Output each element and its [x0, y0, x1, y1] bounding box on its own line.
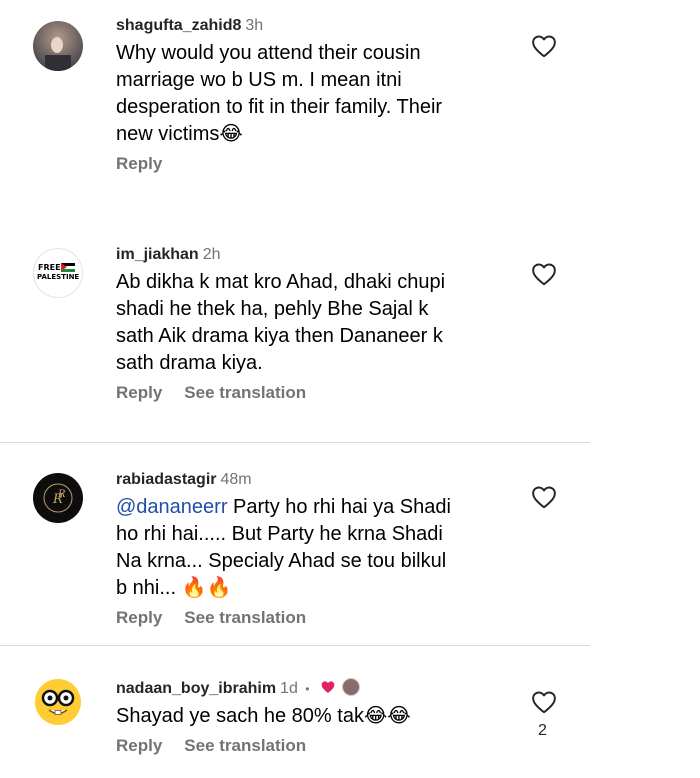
like-count: 2	[538, 722, 547, 739]
comment-text: Shayad ye sach he 80% tak😂😂	[116, 703, 516, 730]
like-heart-icon[interactable]	[531, 485, 557, 509]
username[interactable]: rabiadastagir	[116, 471, 216, 488]
comment-text: @dananeerr Party ho rhi hai ya Shadi ho …	[116, 494, 516, 602]
nerd-face-emoji-icon	[35, 679, 81, 725]
creator-avatar	[342, 678, 361, 696]
comment-text: Why would you attend their cousin marria…	[116, 40, 516, 148]
see-translation-button[interactable]: See translation	[184, 736, 306, 755]
comment-line: b nhi... 🔥🔥	[116, 577, 232, 599]
avatar[interactable]: FREE PALESTINE	[33, 248, 83, 298]
avatar[interactable]	[33, 677, 83, 727]
see-translation-button[interactable]: See translation	[184, 608, 306, 627]
timestamp: 3h	[245, 17, 264, 34]
reply-button[interactable]: Reply	[116, 383, 162, 402]
avatar-palestine-label: PALESTINE	[37, 273, 80, 281]
comment-line: sath drama kiya.	[116, 352, 263, 374]
like-heart-icon[interactable]	[531, 262, 557, 286]
username[interactable]: shagufta_zahid8	[116, 17, 241, 34]
divider	[0, 645, 590, 646]
comment-line: Ab dikha k mat kro Ahad, dhaki chupi	[116, 271, 446, 293]
comment-line: desperation to fit in their family. Thei…	[116, 96, 443, 118]
divider	[0, 442, 590, 443]
comment-line: Na krna... Specialy Ahad se tou bilkul	[116, 550, 447, 572]
comment-line: sath Aik drama kiya then Dananeer k	[116, 325, 443, 347]
reply-button[interactable]: Reply	[116, 154, 162, 173]
comment-line: shadi he thek ha, pehly Bhe Sajal k	[116, 298, 429, 320]
comment-line: Shayad ye sach he 80% tak😂😂	[116, 705, 411, 727]
username[interactable]: nadaan_boy_ibrahim	[116, 680, 276, 697]
comment-line: @dananeerr Party ho rhi hai ya Shadi	[116, 496, 451, 518]
comment-line: Why would you attend their cousin	[116, 42, 421, 64]
avatar[interactable]	[33, 21, 83, 71]
avatar[interactable]: R R	[33, 473, 83, 523]
comment-text: Ab dikha k mat kro Ahad, dhaki chupi sha…	[116, 269, 516, 377]
timestamp: 1d	[280, 680, 298, 697]
creator-liked-heart-icon	[321, 681, 335, 694]
palestine-flag-icon	[61, 263, 75, 272]
comment-line: new victims😂	[116, 123, 243, 145]
see-translation-button[interactable]: See translation	[184, 383, 306, 402]
svg-text:R: R	[57, 489, 66, 500]
reply-button[interactable]: Reply	[116, 736, 162, 755]
mention-link[interactable]: @dananeerr	[116, 496, 227, 518]
comment-line: marriage wo b US m. I mean itni	[116, 69, 402, 91]
comment-line: ho rhi hai..... But Party he krna Shadi	[116, 523, 443, 545]
like-heart-icon[interactable]	[531, 690, 557, 714]
like-heart-icon[interactable]	[531, 34, 557, 58]
username[interactable]: im_jiakhan	[116, 246, 199, 263]
avatar-free-label: FREE	[38, 263, 61, 272]
meta-dot: •	[305, 682, 310, 696]
timestamp: 2h	[202, 246, 221, 263]
reply-button[interactable]: Reply	[116, 608, 162, 627]
timestamp: 48m	[220, 471, 252, 488]
